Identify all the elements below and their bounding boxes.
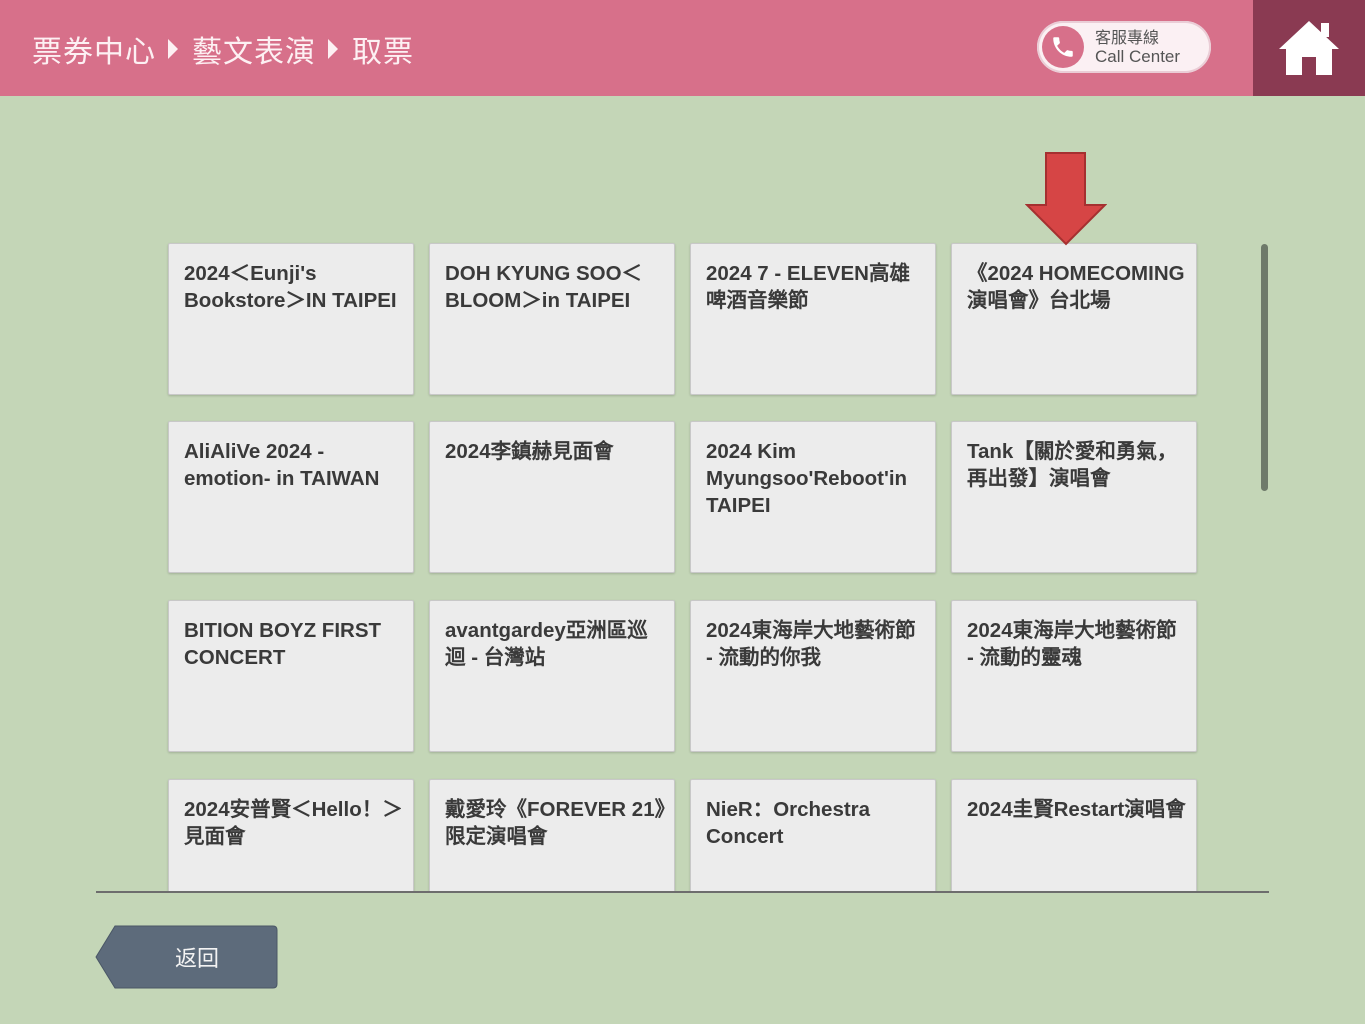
event-title: avantgardey亞洲區巡迴 - 台灣站: [445, 619, 648, 669]
event-title: DOH KYUNG SOO＜BLOOM＞in TAIPEI: [445, 262, 643, 312]
event-card[interactable]: NieR：Orchestra Concert: [690, 779, 936, 892]
back-button[interactable]: 返回: [95, 924, 278, 989]
event-card[interactable]: AliAliVe 2024 -emotion- in TAIWAN: [168, 421, 414, 573]
event-card[interactable]: avantgardey亞洲區巡迴 - 台灣站: [429, 600, 675, 752]
event-card[interactable]: 2024李鎮赫見面會: [429, 421, 675, 573]
divider: [96, 891, 1269, 893]
red-down-arrow-icon: [1025, 152, 1107, 246]
event-title: 《2024 HOMECOMING 演唱會》台北場: [967, 262, 1185, 312]
event-card[interactable]: Tank【關於愛和勇氣，再出發】演唱會: [951, 421, 1197, 573]
event-card[interactable]: BITION BOYZ FIRST CONCERT: [168, 600, 414, 752]
event-card[interactable]: 2024安普賢＜Hello！＞見面會: [168, 779, 414, 892]
event-card[interactable]: DOH KYUNG SOO＜BLOOM＞in TAIPEI: [429, 243, 675, 395]
event-title: 2024圭賢Restart演唱會: [967, 798, 1186, 821]
event-title: BITION BOYZ FIRST CONCERT: [184, 619, 382, 669]
event-grid: 2024＜Eunji's Bookstore＞IN TAIPEI DOH KYUN…: [0, 0, 1365, 892]
event-title: 2024 7 - ELEVEN高雄啤酒音樂節: [706, 262, 910, 312]
event-title: 2024東海岸大地藝術節 - 流動的你我: [706, 619, 916, 669]
event-card[interactable]: 2024 Kim Myungsoo'Reboot'in TAIPEI: [690, 421, 936, 573]
event-title: 2024 Kim Myungsoo'Reboot'in TAIPEI: [706, 440, 908, 517]
back-button-label: 返回: [175, 947, 220, 972]
scrollbar[interactable]: [1261, 244, 1268, 491]
event-card[interactable]: 《2024 HOMECOMING 演唱會》台北場: [951, 243, 1197, 395]
event-title: NieR：Orchestra Concert: [706, 798, 871, 848]
event-card[interactable]: 2024＜Eunji's Bookstore＞IN TAIPEI: [168, 243, 414, 395]
event-title: AliAliVe 2024 -emotion- in TAIWAN: [184, 440, 380, 490]
event-title: 2024東海岸大地藝術節 - 流動的靈魂: [967, 619, 1177, 669]
event-card[interactable]: 2024東海岸大地藝術節 - 流動的你我: [690, 600, 936, 752]
event-title: 戴愛玲《FOREVER 21》限定演唱會: [445, 798, 665, 848]
event-card[interactable]: 2024東海岸大地藝術節 - 流動的靈魂: [951, 600, 1197, 752]
event-card[interactable]: 2024圭賢Restart演唱會: [951, 779, 1197, 892]
event-title: 2024李鎮赫見面會: [445, 440, 614, 463]
event-card[interactable]: 戴愛玲《FOREVER 21》限定演唱會: [429, 779, 675, 892]
event-title: 2024＜Eunji's Bookstore＞IN TAIPEI: [184, 262, 397, 312]
event-card[interactable]: 2024 7 - ELEVEN高雄啤酒音樂節: [690, 243, 936, 395]
event-title: 2024安普賢＜Hello！＞見面會: [184, 798, 403, 848]
event-title: Tank【關於愛和勇氣，再出發】演唱會: [967, 440, 1178, 490]
